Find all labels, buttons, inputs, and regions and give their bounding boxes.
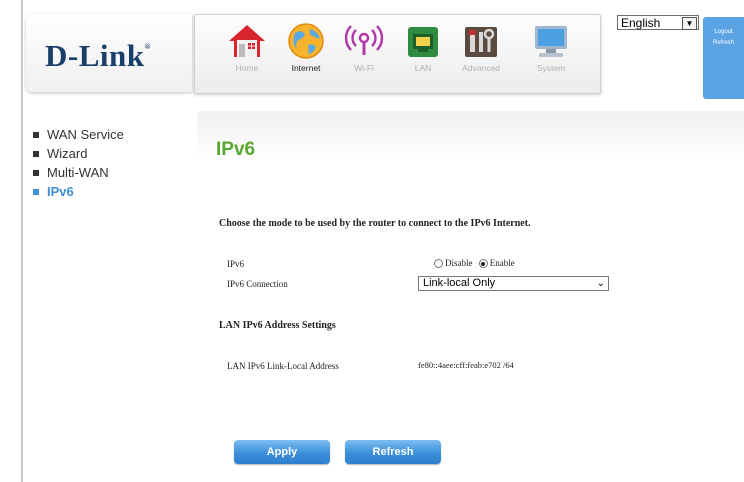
refresh-button[interactable]: Refresh <box>345 440 441 464</box>
enable-radio-label: Enable <box>489 258 515 268</box>
nav-label-internet: Internet <box>291 63 321 73</box>
sidebar: WAN Service Wizard Multi-WAN IPv6 <box>33 125 124 201</box>
sidebar-item-multi-wan[interactable]: Multi-WAN <box>33 163 124 182</box>
bullet-icon <box>33 170 39 176</box>
apply-button[interactable]: Apply <box>234 440 330 464</box>
sidebar-item-label: Wizard <box>47 146 88 161</box>
ipv6-connection-label: IPv6 Connection <box>227 279 288 289</box>
nav-label-wifi: Wi-Fi <box>354 63 374 73</box>
link-local-address-value: fe80::4aee:cff:feab:e702 /64 <box>418 360 514 370</box>
link-local-address-label: LAN IPv6 Link-Local Address <box>227 361 339 371</box>
bullet-icon <box>33 151 39 157</box>
tools-icon <box>465 27 497 57</box>
top-nav: Home Internet Wi-Fi LAN Advanced System <box>194 14 601 94</box>
ipv6-mode-radio-group: Disable Enable <box>434 258 515 268</box>
session-panel: Logout Refresh <box>703 17 744 99</box>
nav-system[interactable]: System <box>523 21 579 85</box>
ipv6-label: IPv6 <box>227 259 245 269</box>
nav-label-system: System <box>536 63 566 73</box>
nav-label-lan: LAN <box>414 63 432 73</box>
wifi-icon <box>344 25 384 55</box>
logo-panel: D-Link® <box>26 14 192 92</box>
bullet-icon <box>33 132 39 138</box>
disable-radio[interactable] <box>434 259 443 268</box>
nav-label-advanced: Advanced <box>462 63 500 73</box>
sidebar-item-wizard[interactable]: Wizard <box>33 144 124 163</box>
sidebar-item-label: Multi-WAN <box>47 165 109 180</box>
left-border <box>21 0 23 482</box>
refresh-session-button[interactable]: Refresh <box>703 35 744 46</box>
chevron-down-icon: ▼ <box>682 17 697 30</box>
lan-ipv6-section-title: LAN IPv6 Address Settings <box>219 320 336 331</box>
nav-internet[interactable]: Internet <box>278 21 334 85</box>
page-title: IPv6 <box>216 139 256 160</box>
sidebar-item-label: WAN Service <box>47 127 124 142</box>
nav-advanced[interactable]: Advanced <box>453 21 509 85</box>
nav-lan[interactable]: LAN <box>395 21 451 85</box>
language-select[interactable]: English ▼ <box>617 15 699 30</box>
bullet-icon <box>33 189 39 195</box>
globe-icon <box>288 23 324 59</box>
nav-home[interactable]: Home <box>219 21 275 85</box>
language-value: English <box>621 16 661 30</box>
sidebar-item-wan-service[interactable]: WAN Service <box>33 125 124 144</box>
chevron-down-icon: ⌄ <box>596 278 605 289</box>
logout-button[interactable]: Logout <box>703 17 744 35</box>
disable-radio-label: Disable <box>445 258 473 268</box>
enable-radio[interactable] <box>478 259 488 268</box>
dlink-logo: D-Link® <box>45 38 151 73</box>
page-description: Choose the mode to be used by the router… <box>219 218 531 229</box>
nav-label-home: Home <box>235 63 259 73</box>
content-panel <box>197 111 744 482</box>
home-icon <box>229 25 265 57</box>
nav-wifi[interactable]: Wi-Fi <box>336 21 392 85</box>
ipv6-connection-value: Link-local Only <box>423 277 496 289</box>
ipv6-connection-select[interactable]: Link-local Only ⌄ <box>418 276 609 291</box>
computer-icon <box>535 26 567 57</box>
lan-icon <box>408 27 438 57</box>
sidebar-item-ipv6[interactable]: IPv6 <box>33 182 124 201</box>
sidebar-item-label: IPv6 <box>47 184 74 199</box>
